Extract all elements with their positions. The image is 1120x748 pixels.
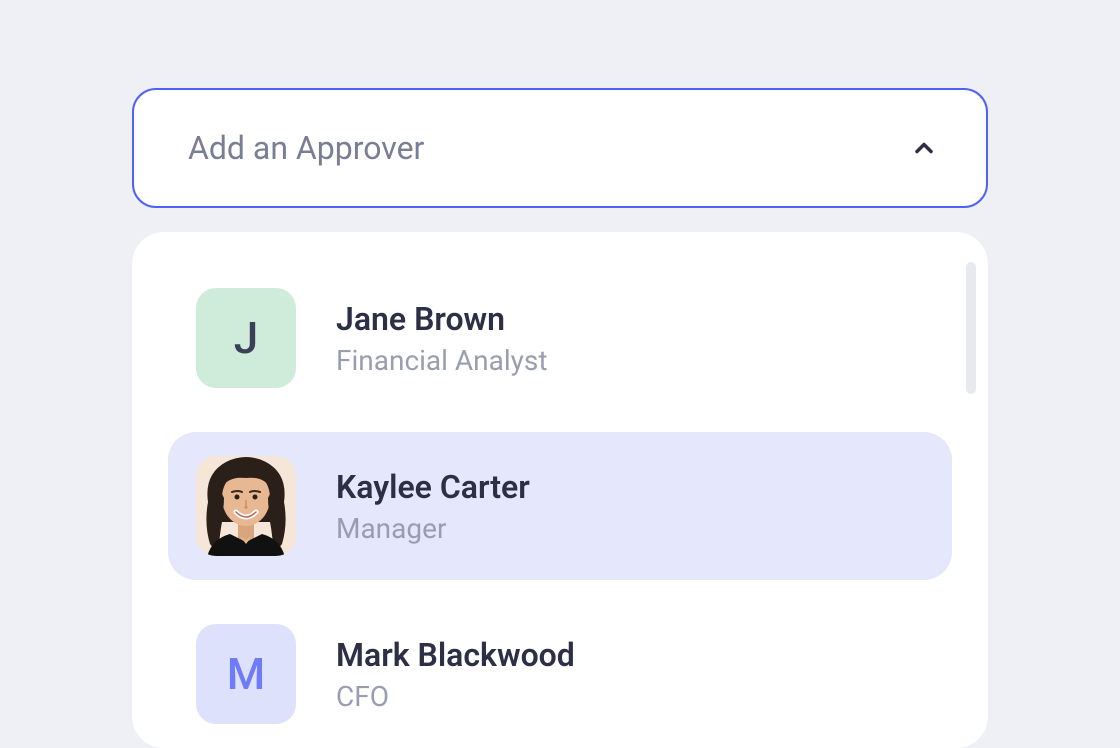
avatar-photo <box>196 456 296 556</box>
dropdown-trigger[interactable]: Add an Approver <box>132 88 988 208</box>
item-name: Mark Blackwood <box>336 636 575 674</box>
dropdown-panel: J Jane Brown Financial Analyst <box>132 232 988 748</box>
dropdown-placeholder: Add an Approver <box>188 129 424 167</box>
list-item[interactable]: Kaylee Carter Manager <box>168 432 952 580</box>
item-text: Mark Blackwood CFO <box>336 636 575 713</box>
item-text: Kaylee Carter Manager <box>336 468 530 545</box>
list-item[interactable]: J Jane Brown Financial Analyst <box>168 264 952 412</box>
list-item[interactable]: M Mark Blackwood CFO <box>168 600 952 748</box>
chevron-up-icon <box>910 134 938 162</box>
item-role: Financial Analyst <box>336 344 548 377</box>
avatar-initial: M <box>196 624 296 724</box>
item-name: Kaylee Carter <box>336 468 530 506</box>
item-role: CFO <box>336 680 575 713</box>
avatar-initial: J <box>196 288 296 388</box>
approver-selector: Add an Approver J Jane Brown Financial A… <box>0 0 1120 748</box>
item-name: Jane Brown <box>336 300 548 338</box>
scrollbar-thumb[interactable] <box>966 262 976 394</box>
item-role: Manager <box>336 512 530 545</box>
item-text: Jane Brown Financial Analyst <box>336 300 548 377</box>
